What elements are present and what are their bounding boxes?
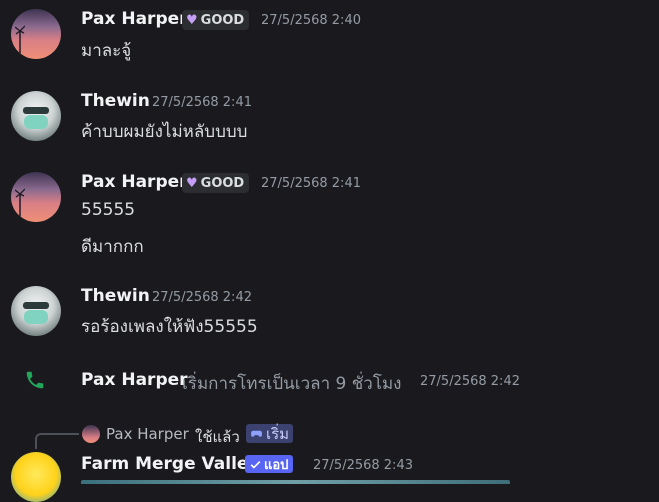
message-text: รอร้องเพลงให้ฟัง55555 bbox=[81, 317, 258, 337]
palm-tree-icon bbox=[15, 25, 25, 55]
reply-avatar[interactable] bbox=[82, 425, 100, 443]
palm-tree-icon bbox=[15, 188, 25, 218]
embed-image-top[interactable] bbox=[81, 480, 510, 484]
heart-icon: ♥ bbox=[186, 12, 198, 28]
app-author-name[interactable]: Farm Merge Valley bbox=[81, 454, 260, 474]
avatar-mask bbox=[24, 115, 48, 129]
avatar[interactable] bbox=[11, 452, 61, 502]
checkmark-icon bbox=[250, 460, 261, 469]
avatar-sunglasses bbox=[23, 302, 49, 309]
message-text: มาละจู้ bbox=[81, 41, 132, 61]
message-text: 55555 bbox=[81, 200, 136, 220]
gamepad-icon bbox=[251, 430, 262, 437]
guild-tag[interactable]: ♥ GOOD bbox=[182, 173, 250, 193]
reply-author-name[interactable]: Pax Harper bbox=[106, 425, 189, 443]
avatar-mask bbox=[24, 310, 48, 324]
timestamp: 27/5/2568 2:41 bbox=[152, 95, 252, 110]
timestamp: 27/5/2568 2:43 bbox=[313, 458, 413, 473]
timestamp: 27/5/2568 2:42 bbox=[152, 290, 252, 305]
call-text: เริ่มการโทรเป็นเวลา 9 ชั่วโมง bbox=[182, 374, 402, 394]
heart-icon: ♥ bbox=[186, 175, 198, 191]
author-name[interactable]: Pax Harper bbox=[81, 9, 188, 29]
app-badge: แอป bbox=[245, 455, 294, 473]
author-name[interactable]: Thewin bbox=[81, 286, 150, 306]
avatar[interactable] bbox=[11, 172, 61, 222]
message-text: ดีมากกก bbox=[81, 237, 144, 257]
reply-used-text: ใช้แล้ว bbox=[195, 428, 240, 446]
message-text: ค้าบบผมยังไม่หลับบบบ bbox=[81, 122, 248, 142]
avatar[interactable] bbox=[11, 9, 61, 59]
avatar[interactable] bbox=[11, 286, 61, 336]
reply-connector bbox=[35, 433, 79, 449]
slash-command-chip[interactable]: เริ่ม bbox=[246, 424, 294, 443]
call-author-name[interactable]: Pax Harper bbox=[81, 370, 188, 390]
author-name[interactable]: Thewin bbox=[81, 91, 150, 111]
timestamp: 27/5/2568 2:42 bbox=[420, 374, 520, 389]
author-name[interactable]: Pax Harper bbox=[81, 172, 188, 192]
phone-icon bbox=[26, 371, 44, 389]
timestamp: 27/5/2568 2:40 bbox=[261, 13, 361, 28]
avatar-sunglasses bbox=[23, 107, 49, 114]
avatar[interactable] bbox=[11, 91, 61, 141]
timestamp: 27/5/2568 2:41 bbox=[261, 176, 361, 191]
guild-tag[interactable]: ♥ GOOD bbox=[182, 10, 250, 30]
